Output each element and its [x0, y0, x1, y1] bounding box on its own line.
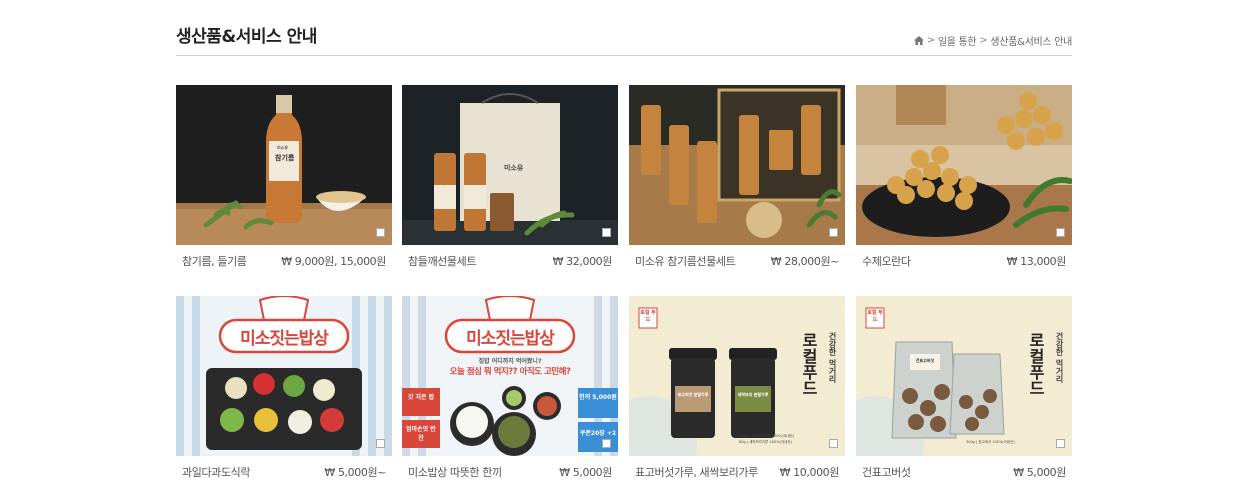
- product-name[interactable]: 수제오란다: [862, 253, 911, 269]
- banner-question: 오늘 점심 뭐 먹지?? 아직도 고민해?: [449, 367, 571, 377]
- product-card[interactable]: 미소짓는밥상 과일다과도식락 ₩ 5,000원~: [176, 296, 392, 479]
- product-image[interactable]: 미소짓는밥상: [176, 296, 392, 456]
- product-price: ₩ 9,000원, 15,000원: [281, 255, 386, 268]
- breadcrumb-item-work[interactable]: 일을 통한: [938, 33, 977, 48]
- select-checkbox[interactable]: [602, 228, 611, 237]
- product-name[interactable]: 표고버섯가루, 새싹보리가루: [635, 464, 758, 480]
- product-image[interactable]: [856, 85, 1072, 245]
- product-photo: [629, 85, 845, 245]
- product-name[interactable]: 참기름, 들기름: [182, 253, 247, 269]
- tag-price: 한끼 5,000원: [579, 394, 617, 401]
- page-header: 생산품&서비스 안내 > 일을 통한 > 생산품&서비스 안내: [176, 14, 1072, 56]
- select-checkbox[interactable]: [829, 439, 838, 448]
- product-image[interactable]: 미소짓는밥상 집밥 어디까지 먹어봤니? 오늘 점심 뭐 먹지?? 아직도 고민…: [402, 296, 618, 456]
- product-image[interactable]: 로컬 푸드 로컬푸드 건강한 먹거리 표고버섯 분말가루 새싹보리 분말가루 1…: [629, 296, 845, 456]
- product-card[interactable]: 미소유 참기름선물세트 ₩ 28,000원~: [629, 85, 845, 268]
- jar-label-barley: 새싹보리 분말가루: [737, 392, 769, 397]
- breadcrumb-separator: >: [979, 35, 988, 46]
- product-name[interactable]: 미소밥상 따뜻한 한끼: [408, 464, 502, 480]
- product-name[interactable]: 과일다과도식락: [182, 464, 250, 480]
- product-price: ₩ 10,000원: [779, 466, 840, 479]
- product-price: ₩ 28,000원~: [770, 255, 840, 268]
- tag-side-dish: 엄마손맛 반찬: [406, 426, 436, 442]
- breadcrumb-item-current: 생산품&서비스 안내: [990, 37, 1072, 48]
- select-checkbox[interactable]: [376, 439, 385, 448]
- spec-barley: 80g | 새싹보리가루 100%(국내산): [739, 440, 792, 444]
- product-name[interactable]: 참들깨선물세트: [408, 253, 476, 269]
- breadcrumb: > 일을 통한 > 생산품&서비스 안내: [913, 33, 1072, 48]
- select-checkbox[interactable]: [376, 228, 385, 237]
- box-brand: 미소유: [504, 164, 524, 172]
- product-image[interactable]: 미소유 참기름: [176, 85, 392, 245]
- tag-coupon: 쿠폰20장 +2: [579, 430, 617, 437]
- spec-shiitake: 300g | 표고버섯 100%(국내산): [966, 440, 1015, 444]
- product-card[interactable]: 수제오란다 ₩ 13,000원: [856, 85, 1072, 268]
- product-card[interactable]: 미소짓는밥상 집밥 어디까지 먹어봤니? 오늘 점심 뭐 먹지?? 아직도 고민…: [402, 296, 618, 479]
- select-checkbox[interactable]: [829, 228, 838, 237]
- product-meta: 건표고버섯 ₩ 5,000원: [856, 462, 1072, 480]
- product-meta: 표고버섯가루, 새싹보리가루 ₩ 10,000원: [629, 462, 845, 480]
- banner-subtitle: 집밥 어디까지 먹어봤니?: [478, 358, 542, 365]
- product-image[interactable]: 로컬 푸드 로컬푸드 건강한 먹거리 건표고버섯 300g | 표고버섯 100…: [856, 296, 1072, 456]
- product-meta: 수제오란다 ₩ 13,000원: [856, 251, 1072, 269]
- breadcrumb-separator: >: [926, 35, 935, 46]
- select-checkbox[interactable]: [602, 439, 611, 448]
- label-brand: 미소유: [277, 145, 289, 150]
- home-icon[interactable]: [913, 36, 924, 45]
- banner-title: 미소짓는밥상: [240, 329, 329, 349]
- product-price: ₩ 13,000원: [1006, 255, 1067, 268]
- select-checkbox[interactable]: [1056, 228, 1065, 237]
- product-photo: [176, 296, 392, 456]
- banner-title: 미소짓는밥상: [466, 329, 555, 349]
- product-meta: 과일다과도식락 ₩ 5,000원~: [176, 462, 392, 480]
- product-photo: [856, 85, 1072, 245]
- product-card[interactable]: 로컬 푸드 로컬푸드 건강한 먹거리 표고버섯 분말가루 새싹보리 분말가루 1…: [629, 296, 845, 479]
- product-name[interactable]: 미소유 참기름선물세트: [635, 253, 736, 269]
- spec-shiitake: 140g | 표고버섯가루 100%(국내산): [739, 434, 795, 438]
- local-food-title: 로컬푸드: [799, 332, 818, 396]
- product-meta: 미소밥상 따뜻한 한끼 ₩ 5,000원: [402, 462, 618, 480]
- product-price: ₩ 5,000원: [559, 466, 612, 479]
- healthy-food-slogan: 건강한 먹거리: [828, 332, 837, 383]
- healthy-food-slogan: 건강한 먹거리: [1055, 332, 1064, 383]
- local-food-badge: 로컬 푸드: [867, 310, 883, 323]
- local-food-badge: 로컬 푸드: [640, 310, 656, 323]
- local-food-title: 로컬푸드: [1026, 332, 1045, 396]
- product-card[interactable]: 미소유 참기름 참기름, 들기름 ₩ 9,000원, 15,000원: [176, 85, 392, 268]
- bag-label: 건표고버섯: [915, 358, 935, 363]
- product-meta: 미소유 참기름선물세트 ₩ 28,000원~: [629, 251, 845, 269]
- product-meta: 참기름, 들기름 ₩ 9,000원, 15,000원: [176, 251, 392, 269]
- product-card[interactable]: 미소유 참들깨선물세트 ₩ 32,000원: [402, 85, 618, 268]
- jar-label-shiitake: 표고버섯 분말가루: [677, 392, 709, 397]
- product-name[interactable]: 건표고버섯: [862, 464, 911, 480]
- page-title: 생산품&서비스 안내: [176, 27, 317, 47]
- product-image[interactable]: [629, 85, 845, 245]
- tag-fresh-rice: 갓 지은 밥: [407, 394, 435, 401]
- product-card[interactable]: 로컬 푸드 로컬푸드 건강한 먹거리 건표고버섯 300g | 표고버섯 100…: [856, 296, 1072, 479]
- product-image[interactable]: 미소유: [402, 85, 618, 245]
- product-price: ₩ 32,000원: [552, 255, 613, 268]
- product-photo: [176, 85, 392, 245]
- label-product: 참기름: [275, 154, 295, 162]
- select-checkbox[interactable]: [1056, 439, 1065, 448]
- product-price: ₩ 5,000원~: [324, 466, 386, 479]
- product-meta: 참들깨선물세트 ₩ 32,000원: [402, 251, 618, 269]
- product-price: ₩ 5,000원: [1013, 466, 1066, 479]
